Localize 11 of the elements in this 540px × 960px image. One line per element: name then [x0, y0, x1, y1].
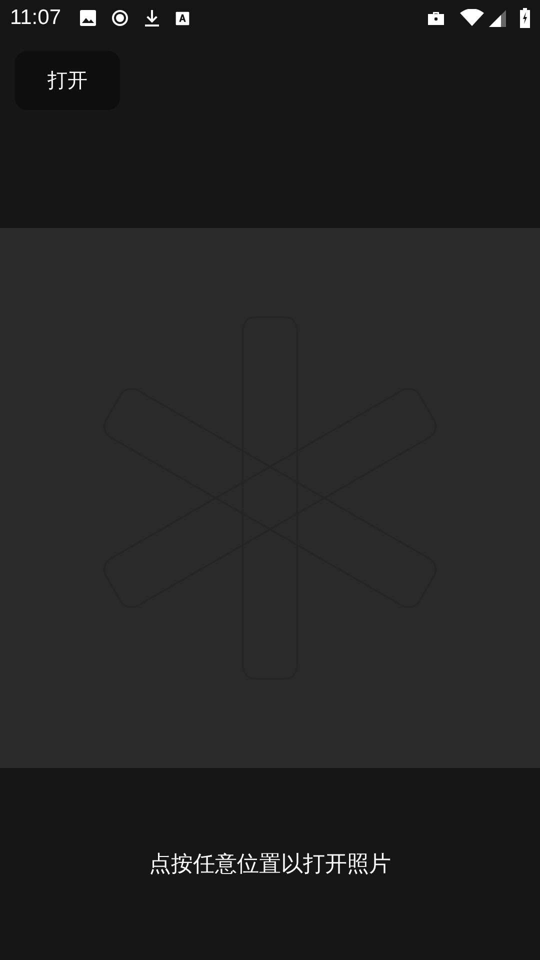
battery-icon	[520, 8, 530, 28]
radio-icon	[111, 9, 129, 27]
font-icon	[175, 10, 190, 26]
wifi-icon	[460, 9, 484, 27]
open-button[interactable]: 打开	[15, 51, 120, 110]
open-photo-hint: 点按任意位置以打开照片	[149, 851, 391, 879]
briefcase-icon	[426, 9, 446, 27]
status-time: 11:07	[10, 6, 61, 30]
download-icon	[143, 9, 161, 27]
signal-icon	[488, 9, 506, 27]
image-icon	[79, 9, 97, 27]
